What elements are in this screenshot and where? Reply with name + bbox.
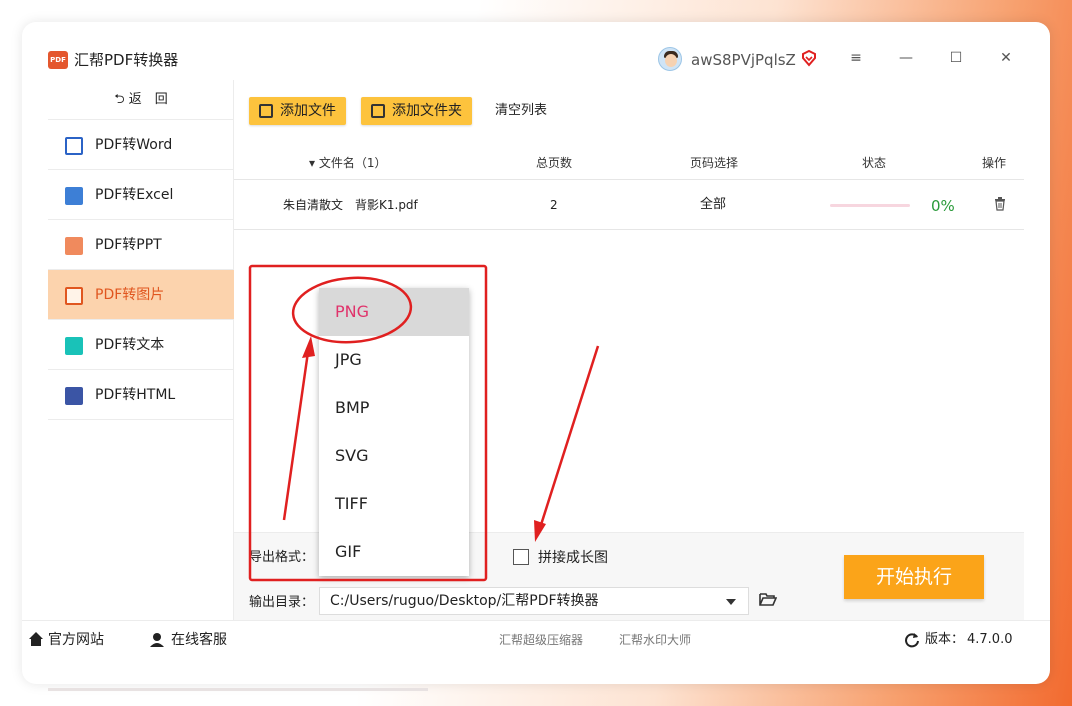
excel-icon [65, 187, 83, 205]
format-option-gif[interactable]: GIF [319, 528, 469, 576]
clear-list-button[interactable]: 清空列表 [495, 102, 547, 120]
column-action: 操作 [982, 156, 1007, 170]
add-folder-label: 添加文件夹 [392, 103, 462, 119]
page-select[interactable]: 全部 [700, 196, 726, 214]
sidebar-item-label: PDF转HTML [95, 387, 176, 403]
user-avatar[interactable] [658, 47, 682, 71]
username[interactable]: awS8PVjPqlsZ [691, 51, 796, 69]
folder-open-icon[interactable] [759, 591, 777, 607]
sidebar-item-pdf-to-word[interactable]: PDF转Word [48, 120, 234, 170]
sidebar-item-pdf-to-ppt[interactable]: PDF转PPT [48, 220, 234, 270]
column-page-select: 页码选择 [690, 156, 739, 170]
format-option-svg[interactable]: SVG [319, 432, 469, 480]
customer-service-icon [150, 633, 164, 647]
merge-long-image-label[interactable]: 拼接成长图 [538, 549, 608, 567]
footer: 官方网站 在线客服 汇帮超级压缩器 汇帮水印大师 版本： 4.7.0.0 [22, 620, 1050, 658]
bottom-strip [48, 688, 428, 691]
sidebar-item-label: PDF转文本 [95, 337, 165, 353]
progress-percent: 0% [931, 197, 955, 215]
column-filename[interactable]: ▾ 文件名（1） [309, 154, 386, 172]
column-pages: 总页数 [536, 156, 573, 170]
home-icon [29, 632, 43, 646]
online-support-link[interactable]: 在线客服 [171, 631, 227, 649]
image-icon [65, 287, 83, 305]
add-folder-icon [371, 104, 385, 118]
output-dir-value: C:/Users/ruguo/Desktop/汇帮PDF转换器 [330, 593, 599, 609]
format-option-png[interactable]: PNG [319, 288, 469, 336]
sidebar: ⮌ 返 回 PDF转Word PDF转Excel PDF转PPT PDF转图片 … [48, 80, 234, 620]
output-dir-select[interactable]: C:/Users/ruguo/Desktop/汇帮PDF转换器 [319, 587, 749, 615]
format-option-bmp[interactable]: BMP [319, 384, 469, 432]
column-status: 状态 [862, 156, 887, 170]
text-icon [65, 337, 83, 355]
file-name: 朱自清散文 背影K1.pdf [283, 198, 418, 212]
close-icon[interactable]: ✕ [994, 46, 1018, 70]
chevron-down-icon [726, 599, 736, 605]
vip-diamond-icon[interactable] [800, 49, 818, 67]
sidebar-item-label: PDF转PPT [95, 237, 162, 253]
format-option-tiff[interactable]: TIFF [319, 480, 469, 528]
add-file-label: 添加文件 [280, 103, 336, 119]
refresh-icon[interactable] [904, 632, 920, 648]
word-icon [65, 137, 83, 155]
html-icon [65, 387, 83, 405]
watermark-link[interactable]: 汇帮水印大师 [619, 631, 691, 649]
app-window: PDF 汇帮PDF转换器 awS8PVjPqlsZ ≡ — ☐ ✕ ⮌ 返 回 … [22, 22, 1050, 684]
ppt-icon [65, 237, 83, 255]
output-dir-label: 输出目录： [249, 595, 315, 610]
file-table-header: ▾ 文件名（1） 总页数 页码选择 状态 操作 [234, 148, 1024, 180]
back-button[interactable]: ⮌ 返 回 [48, 80, 234, 120]
sidebar-item-pdf-to-html[interactable]: PDF转HTML [48, 370, 234, 420]
start-button[interactable]: 开始执行 [844, 555, 984, 599]
version-label: 版本： [925, 632, 965, 647]
table-row[interactable]: 朱自清散文 背影K1.pdf 2 全部 0% [234, 180, 1024, 230]
menu-icon[interactable]: ≡ [844, 46, 868, 70]
add-file-button[interactable]: 添加文件 [249, 97, 346, 125]
delete-icon[interactable] [994, 197, 1006, 211]
version-number: 4.7.0.0 [967, 632, 1013, 647]
sidebar-item-label: PDF转图片 [95, 287, 165, 303]
official-website-link[interactable]: 官方网站 [48, 631, 104, 649]
add-file-icon [259, 104, 273, 118]
sidebar-item-label: PDF转Word [95, 137, 173, 153]
sidebar-item-pdf-to-text[interactable]: PDF转文本 [48, 320, 234, 370]
merge-long-image-checkbox[interactable] [513, 549, 529, 565]
progress-bar [830, 204, 910, 207]
title-bar: PDF 汇帮PDF转换器 awS8PVjPqlsZ ≡ — ☐ ✕ [22, 22, 1050, 80]
format-dropdown[interactable]: PNG JPG BMP SVG TIFF GIF [319, 288, 469, 576]
export-format-label: 导出格式： [249, 550, 315, 565]
compressor-link[interactable]: 汇帮超级压缩器 [499, 631, 583, 649]
app-title: 汇帮PDF转换器 [74, 51, 179, 69]
maximize-icon[interactable]: ☐ [944, 46, 968, 70]
page-count: 2 [550, 198, 558, 212]
app-logo-icon: PDF [48, 51, 68, 69]
sidebar-item-label: PDF转Excel [95, 187, 174, 203]
format-option-jpg[interactable]: JPG [319, 336, 469, 384]
add-folder-button[interactable]: 添加文件夹 [361, 97, 472, 125]
sidebar-item-pdf-to-excel[interactable]: PDF转Excel [48, 170, 234, 220]
sidebar-item-pdf-to-image[interactable]: PDF转图片 [48, 270, 234, 320]
minimize-icon[interactable]: — [894, 46, 918, 70]
